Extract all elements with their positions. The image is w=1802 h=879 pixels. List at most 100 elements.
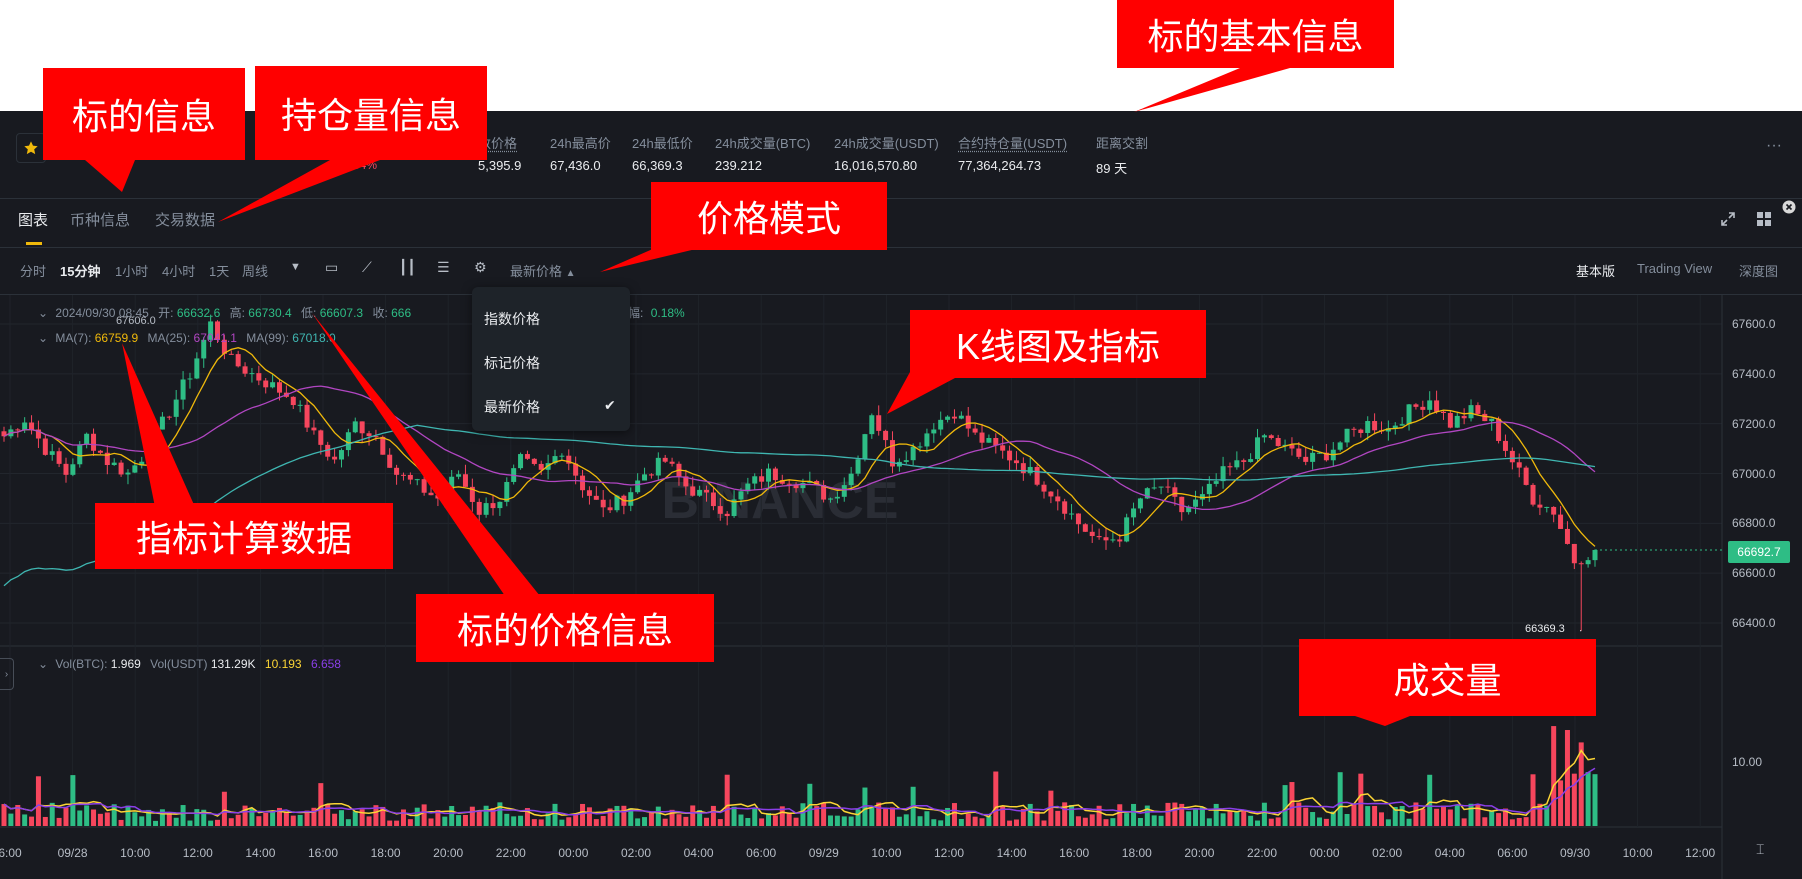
volume-bar — [731, 806, 737, 826]
candle-body — [1261, 435, 1267, 438]
volume-bar — [297, 814, 303, 826]
candle-body — [1489, 418, 1495, 422]
volume-bar — [800, 803, 806, 826]
axis-settings-icon[interactable]: ⌶ — [1756, 841, 1764, 858]
candle-body — [869, 415, 875, 435]
volume-bar — [1124, 813, 1130, 826]
candle-body — [497, 501, 503, 509]
volume-tick-label: 10.00 — [1732, 755, 1763, 769]
chevron-down-icon[interactable]: ⌄ — [38, 331, 48, 345]
candle-body — [132, 465, 138, 473]
volume-bar — [173, 817, 179, 826]
candle-body — [276, 382, 282, 393]
volume-bar — [1268, 818, 1274, 826]
kline-chart[interactable]: BINANCE — [0, 111, 1802, 879]
volume-bar — [1406, 818, 1412, 826]
candle-body — [862, 434, 868, 460]
volume-bar — [1103, 819, 1109, 826]
volume-bar — [1564, 730, 1570, 826]
candle-body — [442, 491, 448, 499]
candle-body — [697, 489, 703, 496]
candle-body — [1461, 415, 1467, 419]
candle-body — [1516, 462, 1522, 468]
volume-bar — [318, 783, 324, 826]
volume-bar — [1186, 811, 1192, 826]
volume-bar — [1062, 802, 1068, 826]
volume-bar — [648, 812, 654, 826]
volume-bar — [462, 814, 468, 826]
candle-body — [270, 382, 276, 388]
candle-body — [1110, 539, 1116, 541]
volume-bar — [1489, 811, 1495, 826]
candle-body — [1502, 440, 1508, 451]
ma25-label: MA(25): — [147, 331, 191, 345]
price-tick-label: 67400.0 — [1732, 366, 1776, 381]
volume-bar — [559, 819, 565, 826]
volume-bar — [924, 811, 930, 826]
volume-bar — [566, 817, 572, 826]
callout-price-info: 标的价格信息 — [416, 594, 714, 662]
open-label: 开: — [158, 306, 174, 320]
candle-body — [290, 396, 296, 406]
ma99-value: 67018.0 — [292, 331, 336, 345]
volume-bar — [1372, 805, 1378, 826]
volume-bar — [1317, 817, 1323, 826]
volume-bar — [1303, 807, 1309, 826]
candle-body — [1227, 466, 1233, 468]
chevron-down-icon[interactable]: ⌄ — [38, 657, 48, 671]
expand-left-handle[interactable]: › — [0, 658, 14, 690]
candle-body — [462, 474, 468, 487]
candle-body — [84, 433, 90, 445]
candle-body — [1275, 438, 1281, 447]
candle-body — [56, 451, 62, 464]
time-tick-label: 10:00 — [1622, 846, 1653, 860]
low-value: 66607.3 — [319, 306, 364, 320]
ma25-value: 67041.1 — [193, 331, 237, 345]
volume-bar — [180, 805, 186, 826]
candle-body — [1027, 466, 1033, 474]
time-tick-label: 12:00 — [182, 846, 213, 860]
volume-bar — [1551, 726, 1557, 826]
volume-bar — [834, 815, 840, 826]
menu-item-last-price[interactable]: 最新价格 — [484, 397, 540, 417]
volume-bar — [600, 815, 606, 826]
volume-bar — [979, 818, 985, 826]
candle-body — [380, 436, 386, 455]
candle-body — [1041, 484, 1047, 492]
volume-bar — [1310, 812, 1316, 826]
volume-bar — [655, 806, 661, 826]
volume-bar — [1378, 812, 1384, 826]
volume-bar — [724, 774, 730, 826]
volume-bar — [153, 820, 159, 826]
candle-body — [1069, 513, 1075, 515]
candle-body — [1213, 481, 1219, 484]
candle-body — [146, 455, 152, 462]
volume-bar — [614, 805, 620, 826]
candle-body — [1131, 508, 1137, 518]
vol-usdt-label: Vol(USDT) — [150, 657, 208, 671]
candle-body — [490, 503, 496, 509]
volume-bar — [1234, 811, 1240, 826]
volume-bar — [476, 810, 482, 826]
candle-body — [400, 474, 406, 476]
candle-body — [917, 446, 923, 448]
volume-bar — [710, 805, 716, 826]
candle-body — [1337, 442, 1343, 450]
candle-body — [979, 432, 985, 443]
volume-bar — [793, 817, 799, 826]
candle-body — [669, 461, 675, 464]
candle-body — [63, 463, 69, 475]
volume-bar — [965, 813, 971, 826]
chevron-down-icon[interactable]: ⌄ — [38, 306, 48, 320]
menu-item-mark-price[interactable]: 标记价格 — [484, 353, 540, 373]
volume-bar — [1199, 807, 1205, 826]
candle-body — [1468, 405, 1474, 419]
volume-bar — [1592, 774, 1598, 826]
menu-item-index-price[interactable]: 指数价格 — [484, 309, 540, 329]
candle-body — [1303, 456, 1309, 462]
candle-body — [421, 479, 427, 493]
volume-bar — [1282, 785, 1288, 826]
candle-body — [1351, 428, 1357, 430]
candle-body — [456, 474, 462, 477]
volume-bar — [449, 805, 455, 826]
